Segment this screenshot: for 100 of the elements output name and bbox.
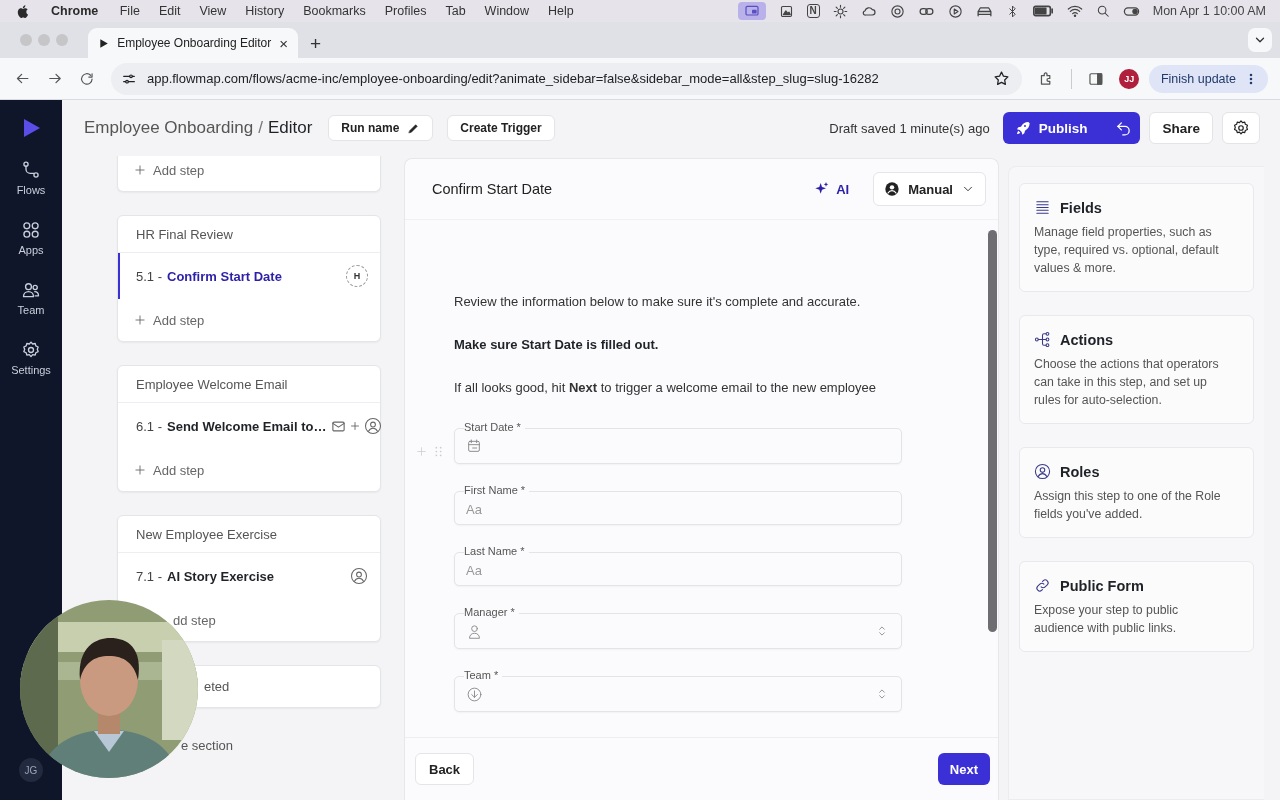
section-title: New Employee Exercise [136, 526, 277, 542]
nav-item[interactable]: Team [2, 274, 60, 322]
play-icon[interactable] [947, 3, 963, 19]
field-label: Last Name * [464, 545, 529, 558]
display-icon[interactable] [737, 2, 766, 20]
tab-menu-button[interactable] [1248, 28, 1272, 52]
browser-tab[interactable]: Employee Onboarding Editor × [88, 28, 298, 58]
branch-icon [21, 160, 41, 180]
settings-card[interactable]: Roles Assign this step to one of the Role fields you've added. [1019, 447, 1254, 538]
card-title: Fields [1060, 199, 1102, 216]
scrollbar[interactable] [988, 230, 997, 632]
step-item[interactable]: 5.1 - Confirm Start Date H [118, 253, 380, 299]
user-icon [350, 567, 368, 585]
people-icon [21, 280, 41, 300]
add-section-button[interactable]: e section [181, 738, 234, 753]
menu-item[interactable]: Chrome [31, 4, 111, 18]
calendar-icon [466, 438, 482, 454]
address-field[interactable]: app.flowmap.com/flows/acme-inc/employee-onboarding/edit?animate_sidebar=false&sidebar_mode=all&step_slug=slug-16282 [110, 62, 1023, 95]
plus-icon [133, 313, 147, 327]
settings-card[interactable]: Fields Manage field properties, such as type, required vs. optional, default values & more. [1019, 183, 1254, 292]
card-title: Roles [1060, 463, 1100, 480]
ai-button[interactable]: AI [808, 180, 856, 198]
wifi-icon[interactable] [1066, 3, 1083, 19]
field-label: Manager * [464, 606, 519, 619]
settings-card[interactable]: Public Form Expose your step to public audience with public links. [1019, 561, 1254, 652]
nav-item[interactable]: Flows [2, 154, 60, 202]
step-item[interactable]: 6.1 - Send Welcome Email to… [118, 403, 380, 449]
add-field-icon[interactable] [415, 445, 428, 458]
menu-item[interactable]: Window [475, 4, 539, 18]
menu-item[interactable]: File [110, 4, 150, 18]
app-badge[interactable]: N [806, 4, 820, 18]
pencil-icon [407, 121, 421, 135]
next-button[interactable]: Next [937, 753, 990, 785]
mode-dropdown[interactable]: Manual [873, 172, 986, 206]
card-title: Public Form [1060, 577, 1144, 594]
plus-icon [133, 163, 147, 177]
section-title: Employee Welcome Email [136, 376, 288, 392]
menu-item[interactable]: Tab [435, 4, 476, 18]
menu-item[interactable]: Edit [149, 4, 190, 18]
save-status: Draft saved 1 minute(s) ago [829, 120, 990, 136]
drag-handle-icon[interactable] [432, 445, 445, 458]
clock: Mon Apr 1 10:00 AM [1152, 4, 1266, 18]
create-trigger-button[interactable]: Create Trigger [447, 115, 555, 141]
grid-icon [21, 220, 41, 240]
sun-icon[interactable] [832, 3, 848, 19]
nav-item[interactable]: Settings [2, 334, 60, 382]
search-icon[interactable] [1095, 4, 1110, 18]
page-title: Editor [267, 118, 313, 138]
list-icon [1034, 199, 1051, 216]
run-name-button[interactable]: Run name [328, 115, 434, 141]
link-icon [1034, 577, 1051, 594]
close-tab-button[interactable]: × [279, 35, 288, 51]
ring-icon[interactable] [889, 3, 905, 19]
add-step-button[interactable]: Add step [133, 162, 205, 178]
plus-icon [133, 463, 147, 477]
back-button[interactable]: Back [415, 753, 475, 785]
new-tab-button[interactable]: + [310, 34, 322, 53]
card-description: Assign this step to one of the Role fields you've added. [1034, 488, 1222, 523]
menu-item[interactable]: Help [538, 4, 584, 18]
breadcrumb-link[interactable]: Employee Onboarding [84, 118, 254, 138]
menu-item[interactable]: View [189, 4, 236, 18]
settings-icon [1232, 119, 1250, 137]
menu-item[interactable]: Profiles [375, 4, 436, 18]
share-button[interactable]: Share [1149, 112, 1213, 144]
card-description: Manage field properties, such as type, required vs. optional, default values & more. [1034, 224, 1220, 277]
publish-button[interactable]: Publish [1002, 112, 1110, 144]
menu-item[interactable]: Bookmarks [293, 4, 376, 18]
undo-button[interactable] [1109, 112, 1141, 144]
person-icon [466, 622, 483, 640]
download-icon [466, 685, 483, 703]
user-icon [1034, 463, 1051, 480]
reload-icon[interactable] [79, 70, 95, 87]
star-icon[interactable] [993, 70, 1011, 87]
add-step-button[interactable]: Add step [133, 312, 205, 328]
settings-card[interactable]: Actions Choose the actions that operators can take in this step, and set up rules for auto-selection. [1019, 315, 1254, 424]
section-title: eted [204, 679, 230, 694]
user-avatar[interactable]: JG [19, 758, 43, 782]
step-title: Confirm Start Date [432, 181, 554, 197]
add-step-button[interactable]: dd step [173, 612, 216, 628]
mail-icon [331, 418, 347, 434]
card-title: Actions [1060, 331, 1114, 348]
add-step-button[interactable]: Add step [133, 462, 205, 478]
finish-update-button[interactable]: Finish update [1148, 64, 1268, 93]
field-label: Start Date * [464, 421, 525, 434]
image-icon[interactable] [778, 3, 794, 19]
field-label: Team * [464, 669, 503, 682]
field-label: First Name * [464, 484, 530, 497]
menu-item[interactable]: History [235, 4, 294, 18]
plus-icon [349, 420, 362, 432]
card-description: Choose the actions that operators can take in this step, and set up rules for auto-selection. [1034, 356, 1220, 409]
step-item[interactable]: 7.1 - AI Story Exercise [118, 553, 380, 599]
card-description: Expose your step to public audience with public links. [1034, 602, 1180, 637]
profile-avatar[interactable]: JJ [1119, 68, 1139, 89]
settings-button[interactable] [1222, 112, 1260, 144]
instruction-text: Review the information below to make sure it's complete and accurate. [454, 293, 862, 311]
undo-icon [1115, 119, 1133, 137]
apple-icon[interactable] [16, 3, 31, 19]
nav-item[interactable]: Apps [2, 214, 60, 262]
instruction-text: Make sure Start Date is filled out. [454, 336, 660, 354]
side-panel-icon[interactable] [1087, 70, 1104, 87]
